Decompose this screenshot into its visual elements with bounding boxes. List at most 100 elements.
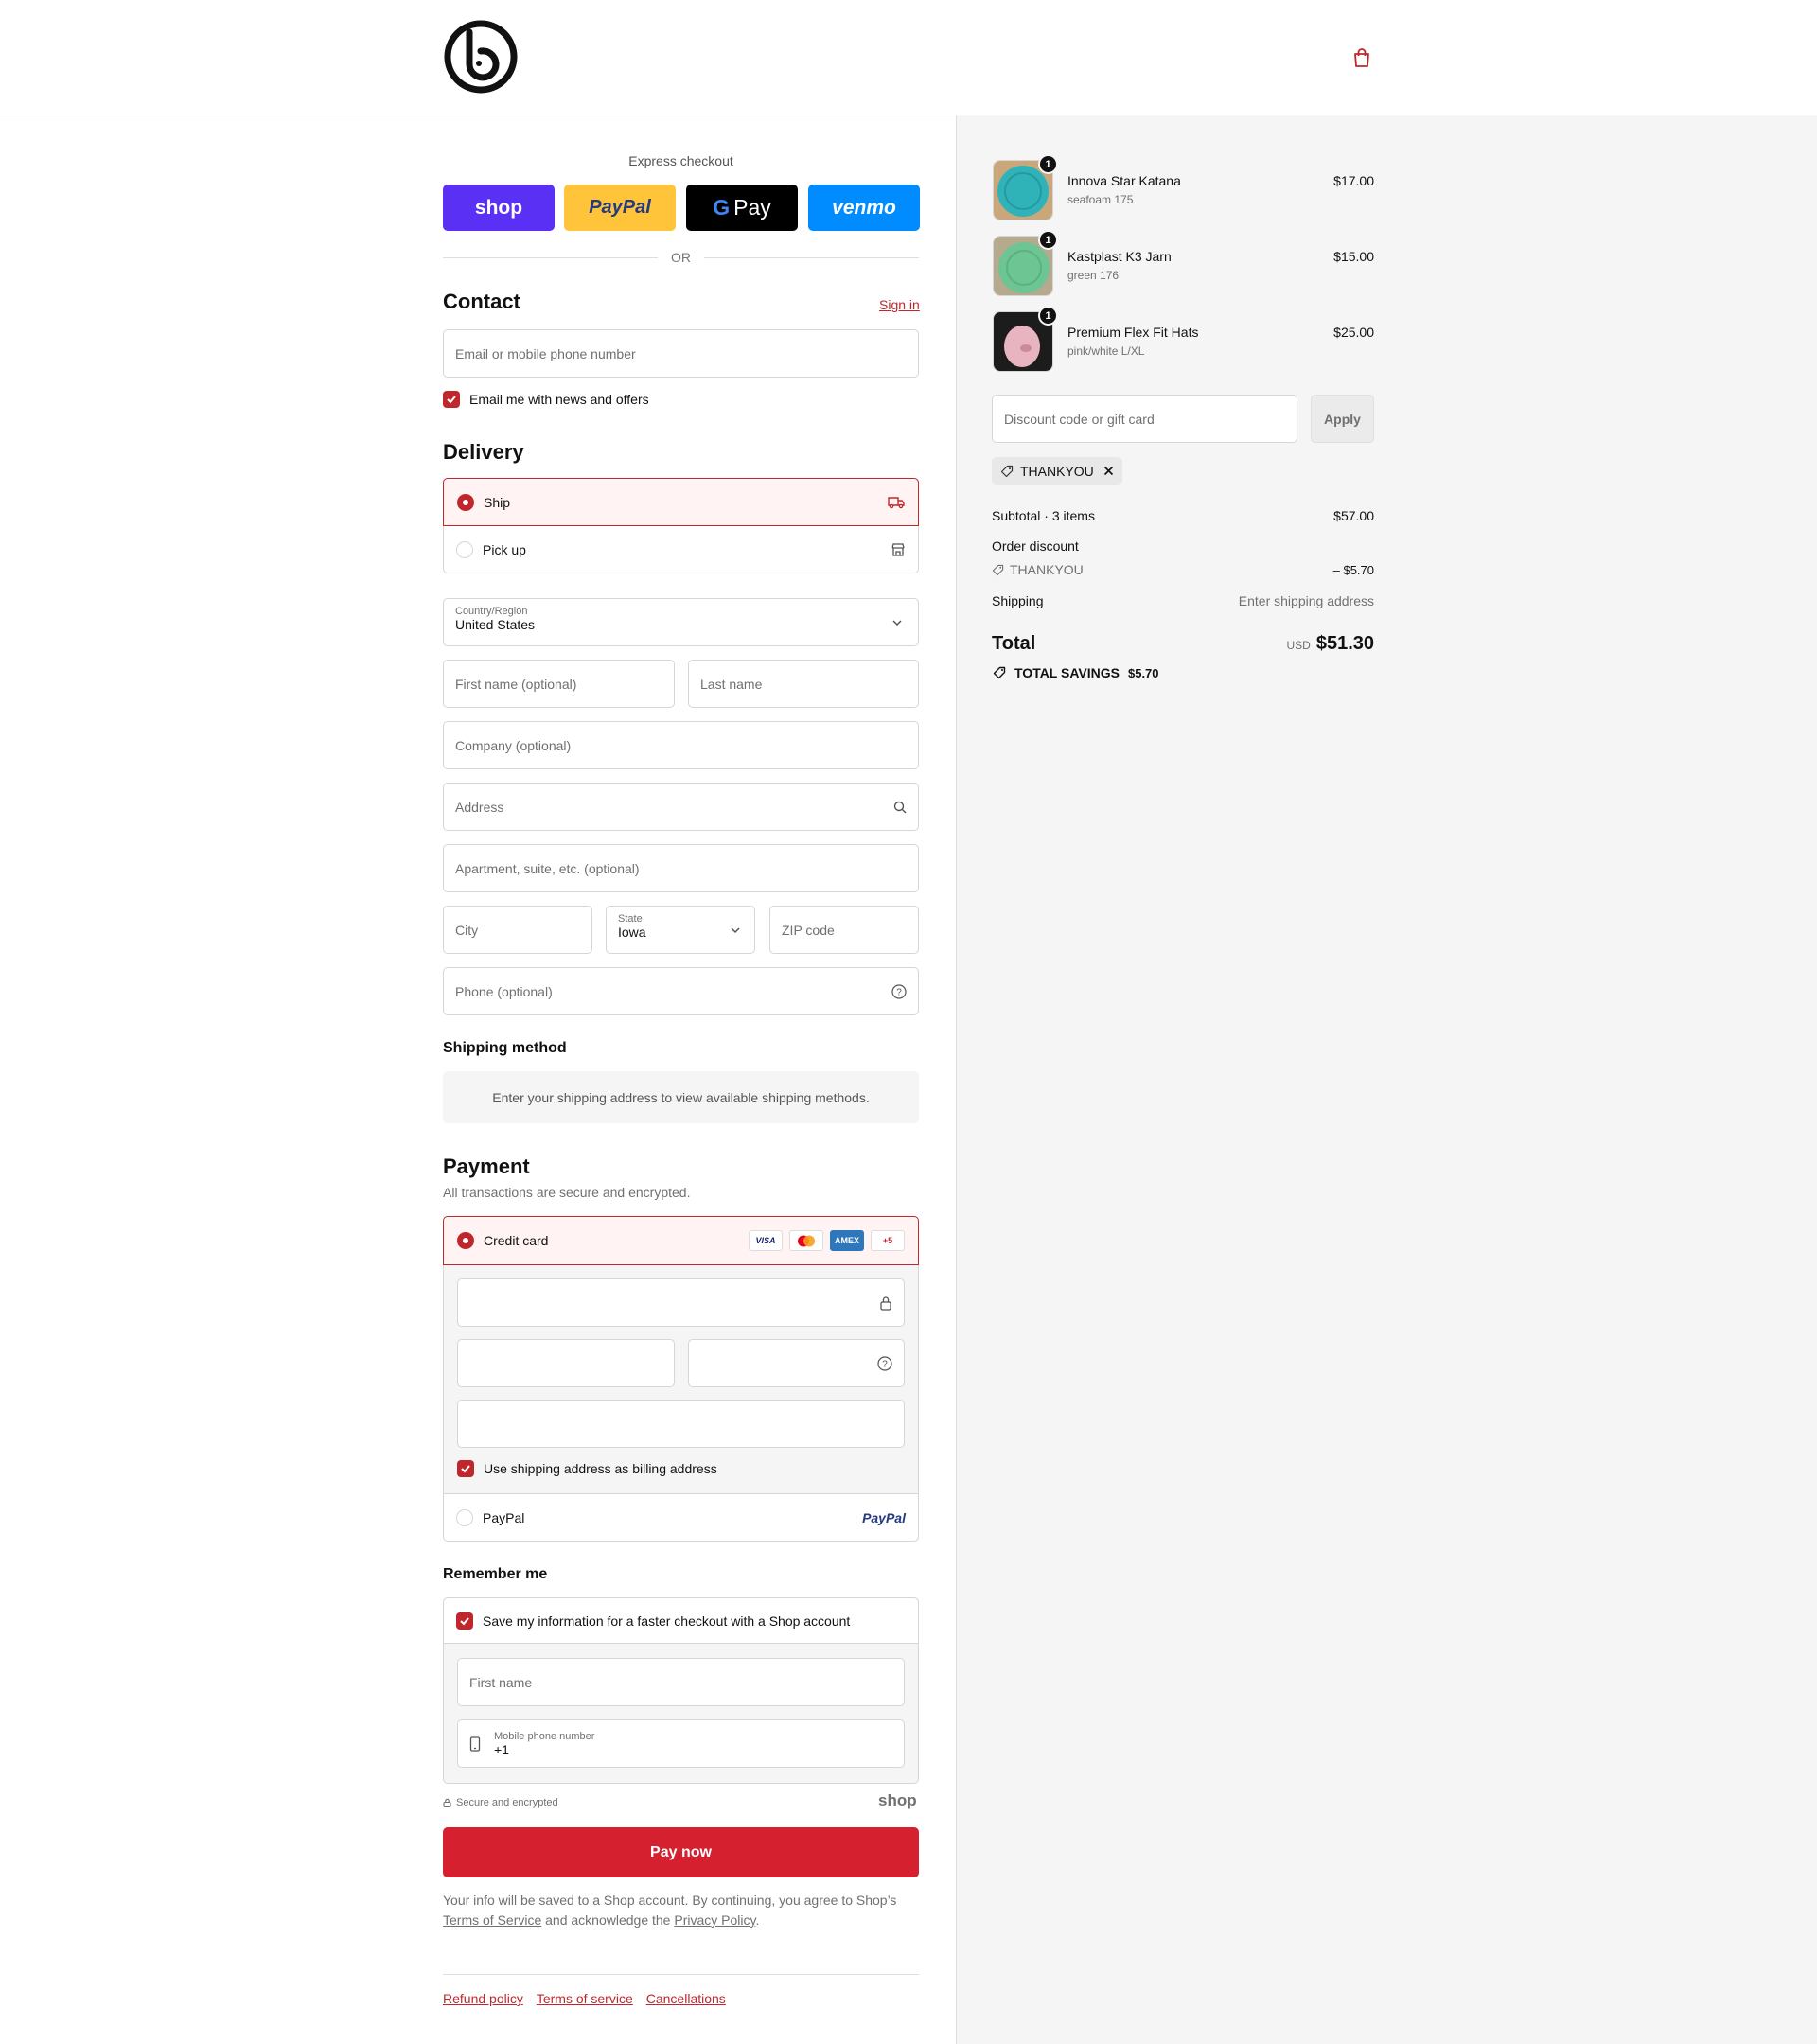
refund-policy-link[interactable]: Refund policy <box>443 1991 523 2006</box>
lock-icon <box>443 1798 451 1807</box>
payment-subtitle: All transactions are secure and encrypte… <box>443 1185 691 1200</box>
store-icon <box>891 543 905 556</box>
currency-code: USD <box>1286 639 1311 652</box>
shop-first-name-field[interactable]: First name <box>457 1658 905 1706</box>
close-icon[interactable] <box>1103 466 1114 476</box>
terms-of-service-footer-link[interactable]: Terms of service <box>537 1991 633 2006</box>
shop-mobile-field[interactable]: Mobile phone number +1 <box>457 1719 905 1768</box>
state-select[interactable]: State Iowa <box>606 906 755 954</box>
google-pay-button[interactable]: G Pay <box>686 185 798 231</box>
item-variant: green 176 <box>1067 269 1120 282</box>
legal-text: Your info will be saved to a Shop accoun… <box>443 1893 897 1928</box>
paypal-logo: PayPal <box>862 1509 906 1525</box>
privacy-policy-link[interactable]: Privacy Policy <box>674 1912 755 1928</box>
terms-of-service-link[interactable]: Terms of Service <box>443 1912 541 1928</box>
quantity-badge: 1 <box>1038 230 1058 250</box>
shop-pay-button[interactable]: shop <box>443 185 555 231</box>
tag-icon <box>1000 465 1014 477</box>
discount-amount: – $5.70 <box>1332 563 1374 577</box>
email-field[interactable]: Email or mobile phone number <box>443 329 919 378</box>
shipping-value: Enter shipping address <box>1238 593 1374 608</box>
item-variant: pink/white L/XL <box>1067 344 1145 358</box>
delivery-heading: Delivery <box>443 440 524 464</box>
total-amount-row: USD $51.30 <box>1185 633 1374 655</box>
chevron-down-icon <box>731 927 740 934</box>
phone-field[interactable]: Phone (optional) ? <box>443 967 919 1015</box>
quantity-badge: 1 <box>1038 306 1058 326</box>
google-g-icon: G <box>713 195 731 220</box>
payment-option-credit-card[interactable]: Credit card VISA AMEX +5 <box>443 1216 919 1265</box>
item-price: $25.00 <box>1333 325 1374 340</box>
item-name: Kastplast K3 Jarn <box>1067 249 1172 264</box>
help-icon[interactable]: ? <box>891 983 907 999</box>
first-name-field[interactable]: First name (optional) <box>443 660 675 708</box>
total-label: Total <box>992 633 1036 654</box>
shipping-method-heading: Shipping method <box>443 1040 567 1056</box>
city-field[interactable]: City <box>443 906 592 954</box>
item-variant: seafoam 175 <box>1067 193 1134 206</box>
or-divider: OR <box>443 248 919 267</box>
save-info-checkbox[interactable] <box>456 1612 473 1630</box>
apply-discount-button[interactable]: Apply <box>1311 395 1374 443</box>
payment-option-paypal[interactable]: PayPal PayPal <box>444 1493 918 1541</box>
billing-same-checkbox[interactable] <box>457 1460 474 1477</box>
discount-code-field[interactable]: Discount code or gift card <box>992 395 1297 443</box>
name-on-card-field[interactable] <box>457 1400 905 1448</box>
tag-icon <box>993 666 1006 679</box>
discount-code-line: THANKYOU <box>992 562 1084 577</box>
mobile-phone-icon <box>469 1736 481 1752</box>
item-price: $15.00 <box>1333 249 1374 264</box>
apartment-field[interactable]: Apartment, suite, etc. (optional) <box>443 844 919 892</box>
shop-logo: shop <box>878 1791 917 1809</box>
total-value: $51.30 <box>1315 633 1374 654</box>
country-select[interactable]: Country/Region United States <box>443 598 919 646</box>
delivery-option-pickup[interactable]: Pick up <box>443 526 919 573</box>
newsletter-checkbox[interactable] <box>443 391 460 408</box>
subtotal-label: Subtotal · 3 items <box>992 508 1095 523</box>
secure-note: Secure and encrypted <box>443 1797 558 1808</box>
visa-icon: VISA <box>749 1230 783 1251</box>
footer-links: Refund policy Terms of service Cancellat… <box>443 1991 726 2006</box>
page-header <box>0 0 1817 115</box>
help-icon[interactable]: ? <box>877 1355 892 1371</box>
zip-field[interactable]: ZIP code <box>769 906 919 954</box>
item-price: $17.00 <box>1333 173 1374 188</box>
venmo-button[interactable]: venmo <box>808 185 920 231</box>
paypal-radio[interactable] <box>456 1508 473 1526</box>
newsletter-checkbox-row[interactable]: Email me with news and offers <box>443 391 649 408</box>
company-field[interactable]: Company (optional) <box>443 721 919 769</box>
sign-in-link[interactable]: Sign in <box>879 297 920 312</box>
save-info-row[interactable]: Save my information for a faster checkou… <box>444 1598 918 1644</box>
total-savings-row: TOTAL SAVINGS $5.70 <box>992 665 1159 680</box>
cancellations-link[interactable]: Cancellations <box>646 1991 726 2006</box>
card-number-field[interactable] <box>457 1278 905 1327</box>
search-icon <box>893 801 907 813</box>
remember-me-heading: Remember me <box>443 1566 548 1582</box>
delivery-option-ship[interactable]: Ship <box>443 478 919 526</box>
last-name-field[interactable]: Last name <box>688 660 919 708</box>
amex-icon: AMEX <box>830 1230 864 1251</box>
item-name: Innova Star Katana <box>1067 173 1181 188</box>
credit-card-radio[interactable] <box>457 1232 474 1249</box>
applied-discount-tag: THANKYOU <box>992 457 1122 485</box>
pay-now-button[interactable]: Pay now <box>443 1827 919 1877</box>
shipping-method-message: Enter your shipping address to view avai… <box>443 1071 919 1123</box>
billing-address-checkbox-row[interactable]: Use shipping address as billing address <box>457 1460 717 1477</box>
cart-bag-icon[interactable] <box>1351 47 1372 68</box>
store-logo[interactable] <box>443 19 519 95</box>
pickup-radio[interactable] <box>456 541 473 558</box>
mastercard-icon <box>789 1230 823 1251</box>
address-field[interactable]: Address <box>443 783 919 831</box>
tag-icon <box>992 564 1004 575</box>
svg-text:?: ? <box>896 987 902 997</box>
paypal-button[interactable]: PayPal <box>564 185 676 231</box>
shipping-label: Shipping <box>992 593 1044 608</box>
order-discount-label: Order discount <box>992 538 1079 554</box>
more-cards-badge: +5 <box>871 1230 905 1251</box>
payment-heading: Payment <box>443 1154 530 1178</box>
ship-radio[interactable] <box>457 493 474 511</box>
contact-heading: Contact <box>443 290 520 313</box>
card-expiry-field[interactable] <box>457 1339 675 1387</box>
card-security-code-field[interactable]: ? <box>688 1339 905 1387</box>
quantity-badge: 1 <box>1038 154 1058 174</box>
